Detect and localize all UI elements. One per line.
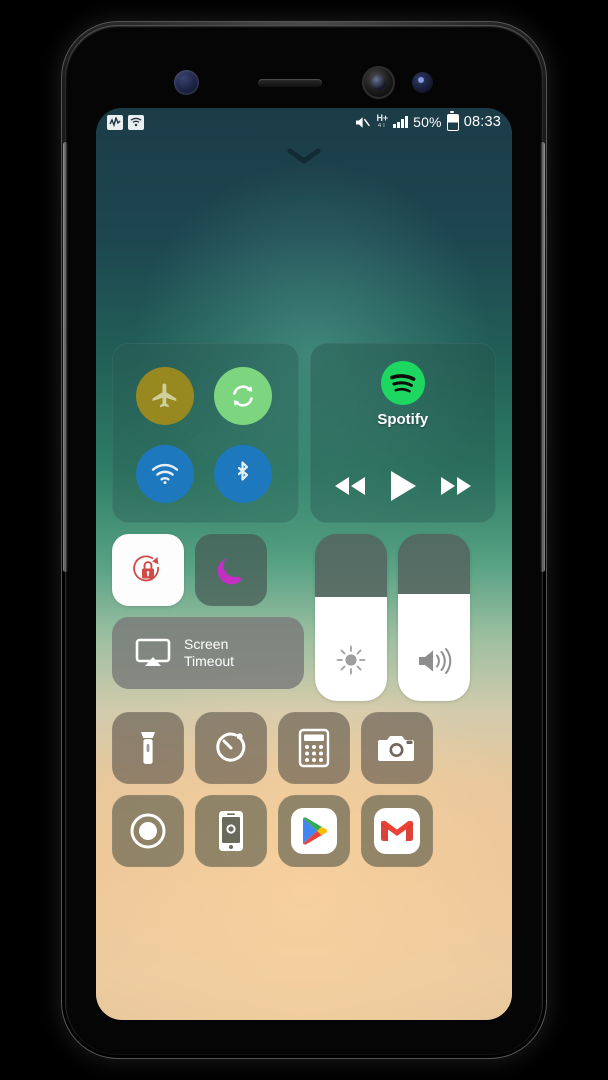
volume-slider[interactable] bbox=[398, 534, 470, 701]
screen-timeout-label-line1: Screen bbox=[184, 636, 229, 652]
shortcut-camera[interactable] bbox=[361, 712, 433, 784]
play-icon bbox=[390, 471, 416, 501]
quick-toggles-row bbox=[112, 534, 304, 606]
device-edge-right bbox=[540, 142, 545, 572]
volume-icon bbox=[419, 648, 452, 674]
wifi-notification-icon bbox=[128, 114, 144, 130]
previous-track-button[interactable] bbox=[327, 469, 373, 503]
media-controls bbox=[310, 465, 497, 507]
screenshot-icon bbox=[219, 811, 243, 851]
media-app-name: Spotify bbox=[377, 411, 429, 428]
screenshot-root: H+ 4T 50% 08:33 Spotify Screen Timeout bbox=[0, 0, 608, 1080]
shortcut-screen-record[interactable] bbox=[112, 795, 184, 867]
calculator-icon bbox=[298, 728, 330, 768]
shortcut-screenshot[interactable] bbox=[195, 795, 267, 867]
panel-grabber[interactable] bbox=[96, 148, 512, 182]
connectivity-panel bbox=[112, 343, 299, 523]
screen-mirror-icon bbox=[135, 638, 171, 666]
record-icon bbox=[130, 813, 166, 849]
device-edge-left bbox=[63, 142, 68, 572]
toggle-bluetooth[interactable] bbox=[214, 445, 272, 503]
play-button[interactable] bbox=[380, 469, 426, 503]
toggle-airplane-mode[interactable] bbox=[136, 367, 194, 425]
brightness-icon bbox=[336, 645, 366, 675]
screen-timeout-button[interactable]: Screen Timeout bbox=[112, 617, 304, 689]
clock-label: 08:33 bbox=[463, 114, 501, 130]
shortcut-flashlight[interactable] bbox=[112, 712, 184, 784]
camera-icon bbox=[378, 736, 414, 761]
shortcut-play-store[interactable] bbox=[278, 795, 350, 867]
media-panel: Spotify bbox=[309, 343, 497, 523]
bluetooth-icon bbox=[237, 461, 249, 481]
rewind-icon bbox=[334, 477, 365, 495]
volume-icon-wrap bbox=[398, 645, 470, 677]
moon-icon bbox=[217, 558, 242, 585]
toggle-auto-rotate[interactable] bbox=[214, 367, 272, 425]
brightness-icon-wrap bbox=[315, 643, 387, 677]
toggle-wifi[interactable] bbox=[136, 445, 194, 503]
fast-forward-icon bbox=[440, 477, 471, 495]
iris-scanner-icon bbox=[174, 70, 199, 95]
shortcuts-row-2 bbox=[112, 795, 496, 867]
quick-toggles-column: Screen Timeout bbox=[112, 534, 304, 701]
rotate-sync-icon bbox=[233, 385, 253, 407]
battery-percent-label: 50% bbox=[413, 114, 442, 130]
activity-graph-icon bbox=[107, 114, 123, 130]
phone-device-frame: H+ 4T 50% 08:33 Spotify Screen Timeout bbox=[62, 22, 546, 1058]
brightness-slider[interactable] bbox=[315, 534, 387, 701]
status-bar: H+ 4T 50% 08:33 bbox=[96, 108, 512, 136]
shortcut-timer[interactable] bbox=[195, 712, 267, 784]
status-right-icons: H+ 4T 50% 08:33 bbox=[354, 111, 501, 131]
front-camera-icon bbox=[362, 66, 395, 99]
google-play-icon bbox=[291, 808, 337, 854]
mute-icon bbox=[354, 115, 371, 130]
wifi-icon bbox=[151, 463, 179, 485]
battery-icon bbox=[446, 111, 459, 131]
screen-timeout-label-line2: Timeout bbox=[184, 653, 235, 669]
next-track-button[interactable] bbox=[433, 469, 479, 503]
airplane-icon bbox=[152, 383, 177, 408]
network-type-label: H+ 4T bbox=[376, 113, 389, 130]
shortcut-calculator[interactable] bbox=[278, 712, 350, 784]
shortcut-gmail[interactable] bbox=[361, 795, 433, 867]
toggle-do-not-disturb[interactable] bbox=[195, 534, 267, 606]
sensor-led-icon bbox=[412, 72, 433, 93]
control-center: Spotify Screen Timeout bbox=[112, 343, 496, 878]
toggle-rotation-lock[interactable] bbox=[112, 534, 184, 606]
spotify-icon bbox=[380, 361, 425, 405]
flashlight-icon bbox=[141, 732, 155, 764]
phone-screen: H+ 4T 50% 08:33 Spotify Screen Timeout bbox=[96, 108, 512, 1020]
screen-timeout-label: Screen Timeout bbox=[184, 636, 234, 670]
sensor-cluster bbox=[62, 66, 546, 100]
rotation-lock-icon bbox=[133, 555, 159, 582]
status-left-icons bbox=[107, 114, 144, 130]
timer-icon bbox=[216, 732, 246, 762]
signal-bars-icon bbox=[393, 116, 409, 128]
shortcuts-row-1 bbox=[112, 712, 496, 784]
gmail-icon bbox=[374, 808, 420, 854]
control-center-row-2: Screen Timeout bbox=[112, 534, 496, 701]
control-center-row-1: Spotify bbox=[112, 343, 496, 523]
chevron-down-icon bbox=[287, 148, 321, 164]
earpiece-speaker bbox=[258, 79, 322, 87]
